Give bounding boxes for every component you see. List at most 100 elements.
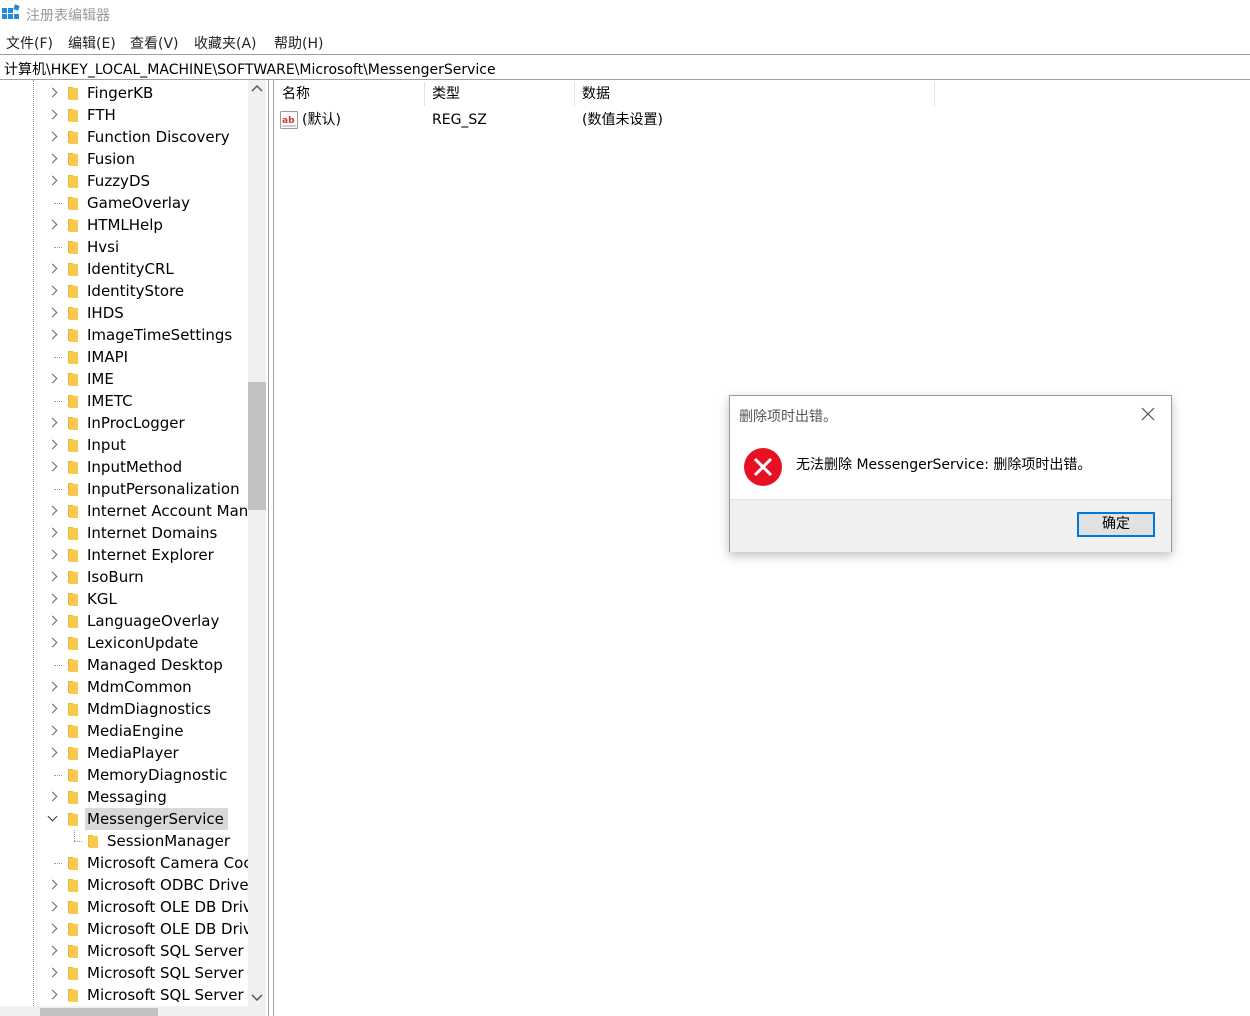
tree-item[interactable]: KGL — [0, 588, 248, 610]
tree-item-label-wrap[interactable]: Input — [85, 434, 130, 456]
tree-item[interactable]: Microsoft ODBC Drive — [0, 874, 249, 896]
tree-item[interactable]: Function Discovery — [0, 126, 248, 148]
chevron-right-icon[interactable] — [48, 505, 58, 517]
chevron-right-icon[interactable] — [48, 439, 58, 451]
chevron-right-icon[interactable] — [48, 747, 58, 759]
chevron-down-icon[interactable] — [48, 813, 58, 825]
chevron-right-icon[interactable] — [48, 131, 58, 143]
tree-item[interactable]: IMETC — [0, 390, 248, 412]
tree-item-label-wrap[interactable]: MediaPlayer — [85, 742, 183, 764]
tree-item[interactable]: LanguageOverlay — [0, 610, 248, 632]
tree-horizontal-scroll-thumb[interactable] — [40, 1008, 158, 1016]
menu-file[interactable]: 文件(F) — [6, 33, 53, 53]
chevron-right-icon[interactable] — [48, 681, 58, 693]
tree-item-label-wrap[interactable]: Function Discovery — [85, 126, 234, 148]
tree-item[interactable]: Internet Domains — [0, 522, 248, 544]
chevron-right-icon[interactable] — [48, 417, 58, 429]
column-separator[interactable] — [424, 82, 425, 106]
tree-item[interactable]: MediaPlayer — [0, 742, 248, 764]
column-header-name[interactable]: 名称 — [282, 80, 310, 108]
tree-item[interactable]: InputMethod — [0, 456, 248, 478]
scroll-up-icon[interactable] — [248, 80, 266, 98]
tree-item[interactable]: InputPersonalization — [0, 478, 248, 500]
chevron-right-icon[interactable] — [48, 461, 58, 473]
chevron-right-icon[interactable] — [48, 87, 58, 99]
chevron-right-icon[interactable] — [48, 967, 58, 979]
chevron-right-icon[interactable] — [48, 219, 58, 231]
ok-button[interactable]: 确定 — [1077, 512, 1155, 537]
chevron-right-icon[interactable] — [48, 615, 58, 627]
tree-item[interactable]: SessionManager — [0, 830, 248, 852]
tree-item[interactable]: Microsoft SQL Server — [0, 984, 248, 1006]
chevron-right-icon[interactable] — [48, 923, 58, 935]
chevron-right-icon[interactable] — [48, 725, 58, 737]
tree-item[interactable]: Input — [0, 434, 248, 456]
tree-vertical-scroll-thumb[interactable] — [248, 382, 266, 510]
chevron-right-icon[interactable] — [48, 901, 58, 913]
tree-item[interactable]: MdmCommon — [0, 676, 248, 698]
tree-item[interactable]: IsoBurn — [0, 566, 248, 588]
tree-item-label-wrap[interactable]: InProcLogger — [85, 412, 189, 434]
tree-item-label-wrap[interactable]: SessionManager — [105, 830, 234, 852]
tree-item-label-wrap[interactable]: HTMLHelp — [85, 214, 167, 236]
menu-edit[interactable]: 编辑(E) — [68, 33, 116, 53]
tree-item[interactable]: HTMLHelp — [0, 214, 248, 236]
tree-item-label-wrap[interactable]: InputMethod — [85, 456, 186, 478]
chevron-right-icon[interactable] — [48, 549, 58, 561]
tree-item[interactable]: Microsoft Camera Coc — [0, 852, 252, 874]
tree-item[interactable]: Internet Explorer — [0, 544, 248, 566]
tree-item-label-wrap[interactable]: FuzzyDS — [85, 170, 154, 192]
tree-item-label-wrap[interactable]: IHDS — [85, 302, 128, 324]
tree-item-label-wrap[interactable]: IdentityStore — [85, 280, 188, 302]
tree-horizontal-scrollbar[interactable] — [0, 1006, 266, 1016]
tree-item[interactable]: MemoryDiagnostic — [0, 764, 248, 786]
tree-item[interactable]: Microsoft OLE DB Driv — [0, 918, 252, 940]
tree-item-label-wrap[interactable]: Hvsi — [85, 236, 123, 258]
tree-item[interactable]: Fusion — [0, 148, 248, 170]
tree-item-label-wrap[interactable]: Microsoft SQL Server — [85, 940, 248, 962]
tree-item-label-wrap[interactable]: MessengerService — [85, 808, 228, 830]
tree-item[interactable]: Microsoft SQL Server — [0, 940, 248, 962]
tree-item-label-wrap[interactable]: MdmDiagnostics — [85, 698, 215, 720]
tree-item-label-wrap[interactable]: Microsoft ODBC Drive — [85, 874, 253, 896]
tree-item-label-wrap[interactable]: Microsoft SQL Server — [85, 984, 248, 1006]
tree-item[interactable]: Internet Account Man — [0, 500, 248, 522]
tree-item[interactable]: IdentityCRL — [0, 258, 248, 280]
close-icon[interactable] — [1140, 406, 1156, 422]
tree-item-label-wrap[interactable]: IsoBurn — [85, 566, 148, 588]
chevron-right-icon[interactable] — [48, 329, 58, 341]
tree-item-label-wrap[interactable]: ImageTimeSettings — [85, 324, 236, 346]
tree-item[interactable]: Microsoft OLE DB Driv — [0, 896, 252, 918]
tree-item-label-wrap[interactable]: MediaEngine — [85, 720, 187, 742]
tree-item[interactable]: IHDS — [0, 302, 248, 324]
tree-item-label-wrap[interactable]: LexiconUpdate — [85, 632, 202, 654]
tree-item-label-wrap[interactable]: FingerKB — [85, 82, 157, 104]
tree-item-label-wrap[interactable]: LanguageOverlay — [85, 610, 223, 632]
chevron-right-icon[interactable] — [48, 175, 58, 187]
menu-view[interactable]: 查看(V) — [130, 33, 179, 53]
chevron-right-icon[interactable] — [48, 263, 58, 275]
chevron-right-icon[interactable] — [48, 791, 58, 803]
chevron-right-icon[interactable] — [48, 989, 58, 1001]
tree-item[interactable]: FuzzyDS — [0, 170, 248, 192]
tree-item[interactable]: MessengerService — [0, 808, 248, 830]
tree-item[interactable]: GameOverlay — [0, 192, 248, 214]
tree-item-label-wrap[interactable]: Internet Domains — [85, 522, 221, 544]
tree-item-label-wrap[interactable]: KGL — [85, 588, 121, 610]
tree-item[interactable]: IME — [0, 368, 248, 390]
tree-item-label-wrap[interactable]: Microsoft OLE DB Driv — [85, 918, 256, 940]
tree-item-label-wrap[interactable]: IMETC — [85, 390, 137, 412]
menu-favorites[interactable]: 收藏夹(A) — [194, 33, 257, 53]
tree-item-label-wrap[interactable]: FTH — [85, 104, 120, 126]
tree-item-label-wrap[interactable]: Internet Account Man — [85, 500, 252, 522]
chevron-right-icon[interactable] — [48, 153, 58, 165]
tree-item-label-wrap[interactable]: MemoryDiagnostic — [85, 764, 231, 786]
column-header-type[interactable]: 类型 — [432, 80, 460, 108]
tree-item[interactable]: Microsoft SQL Server — [0, 962, 248, 984]
address-bar[interactable]: 计算机\HKEY_LOCAL_MACHINE\SOFTWARE\Microsof… — [0, 54, 1250, 80]
tree-item-label-wrap[interactable]: Internet Explorer — [85, 544, 218, 566]
column-separator[interactable] — [574, 82, 575, 106]
chevron-right-icon[interactable] — [48, 373, 58, 385]
chevron-right-icon[interactable] — [48, 945, 58, 957]
tree-item[interactable]: FTH — [0, 104, 248, 126]
